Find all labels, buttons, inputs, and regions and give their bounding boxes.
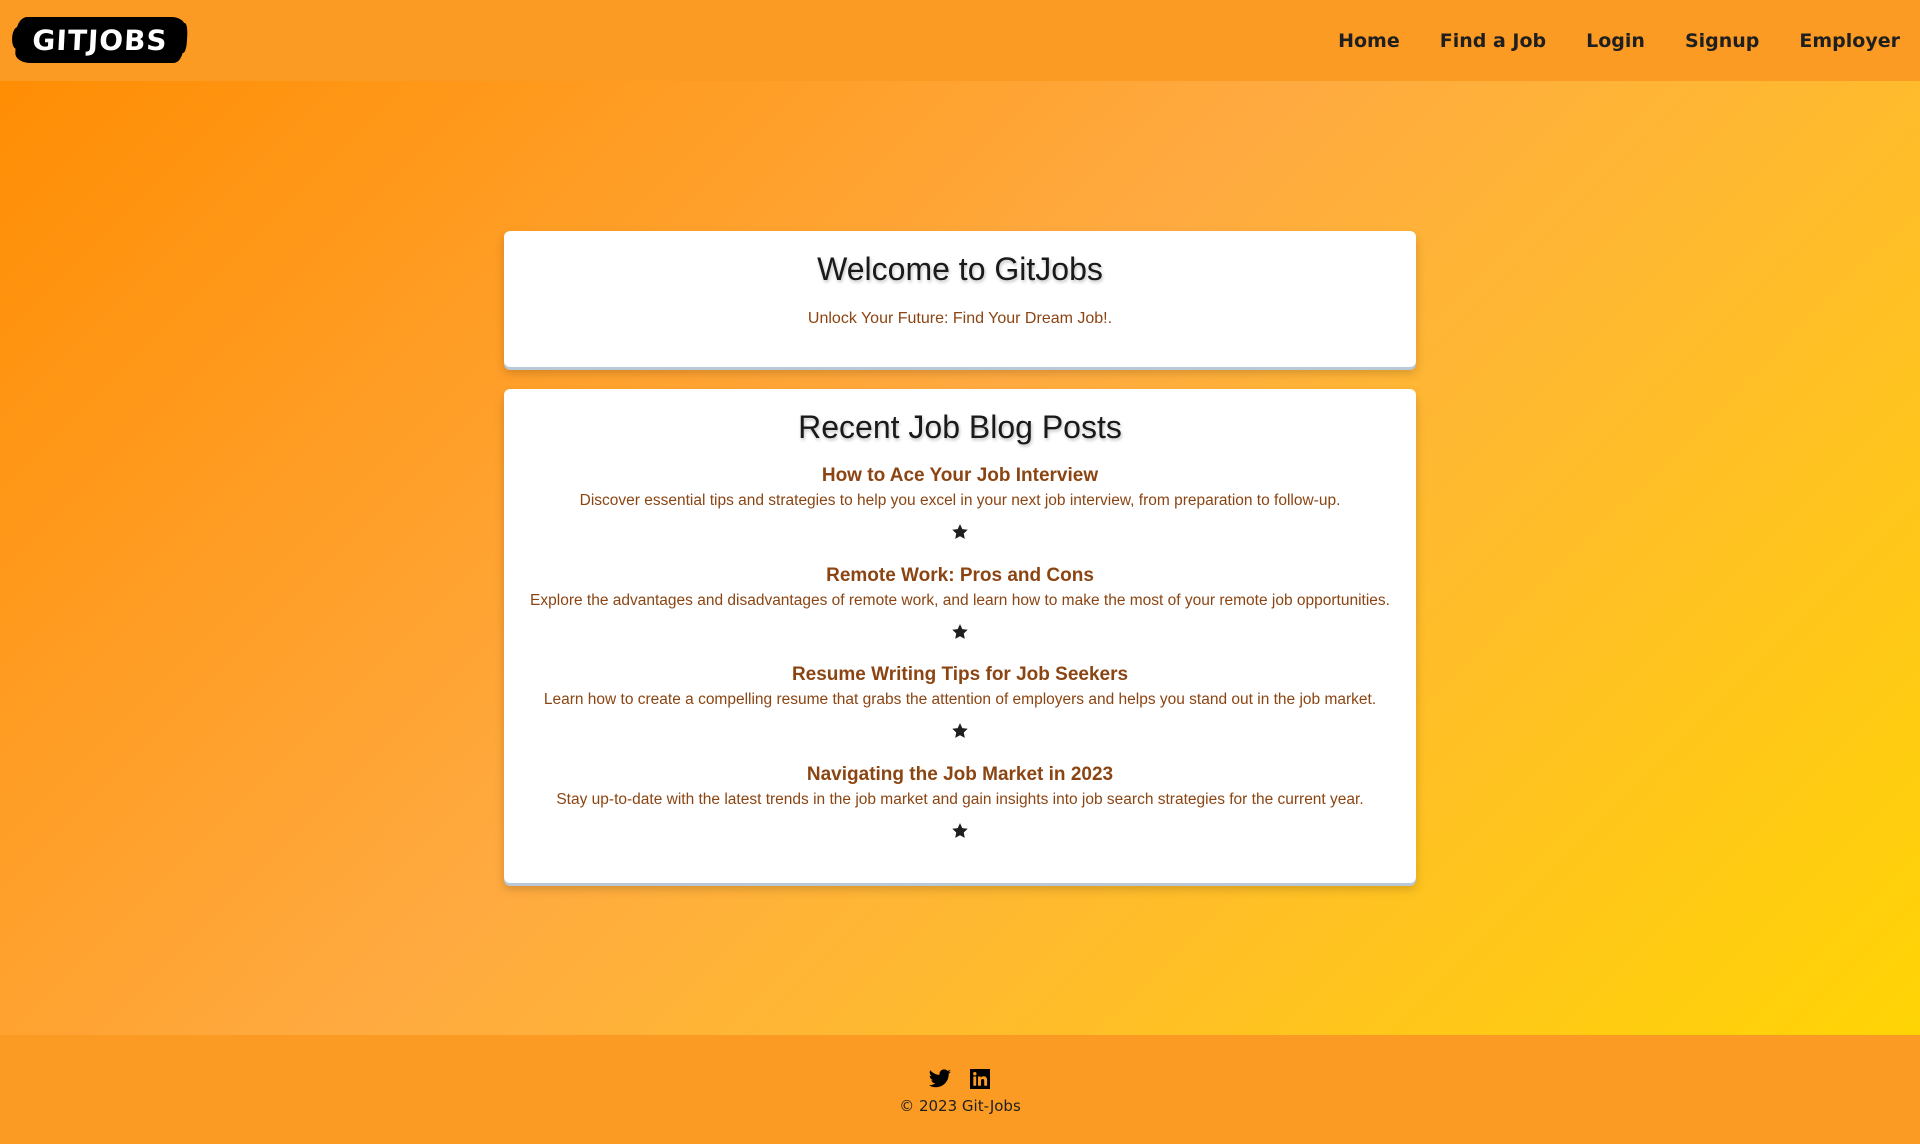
blog-posts-card: Recent Job Blog Posts How to Ace Your Jo… [504,389,1416,883]
welcome-card: Welcome to GitJobs Unlock Your Future: F… [504,231,1416,367]
blog-post-description: Discover essential tips and strategies t… [579,492,1341,509]
blog-post-description: Explore the advantages and disadvantages… [530,591,1390,609]
blog-section-title: Recent Job Blog Posts [798,409,1122,445]
blog-post: Remote Work: Pros and Cons Explore the a… [504,564,1416,664]
star-icon[interactable] [951,822,969,840]
twitter-icon[interactable] [928,1067,952,1091]
nav-employer-link[interactable]: Employer [1799,30,1900,52]
blog-post: Resume Writing Tips for Job Seekers Lear… [504,663,1416,763]
nav-find-a-job-link[interactable]: Find a Job [1440,30,1546,52]
nav-signup-link[interactable]: Signup [1685,30,1759,52]
blog-post-list: How to Ace Your Job Interview Discover e… [504,464,1416,862]
logo-text: GITJOBS [31,23,169,57]
blog-post-title[interactable]: Resume Writing Tips for Job Seekers [504,663,1416,687]
star-icon[interactable] [951,722,969,740]
blog-post: Navigating the Job Market in 2023 Stay u… [504,763,1416,863]
site-header: GITJOBS Home Find a Job Login Signup Emp… [0,0,1920,81]
star-icon[interactable] [951,523,969,541]
welcome-tagline: Unlock Your Future: Find Your Dream Job!… [807,310,1113,327]
site-footer: © 2023 Git-Jobs [0,1035,1920,1144]
nav-login-link[interactable]: Login [1586,30,1645,52]
social-links [0,1067,1920,1091]
blog-post-description: Stay up-to-date with the latest trends i… [556,790,1364,808]
welcome-title: Welcome to GitJobs [817,251,1103,287]
gitjobs-logo[interactable]: GITJOBS [14,17,186,63]
blog-post-title[interactable]: Remote Work: Pros and Cons [504,564,1416,588]
blog-post-title[interactable]: How to Ace Your Job Interview [504,464,1416,488]
star-icon[interactable] [951,623,969,641]
copyright-text: © 2023 Git-Jobs [899,1097,1021,1115]
linkedin-icon[interactable] [968,1067,992,1091]
main-nav: Home Find a Job Login Signup Employer [1298,0,1900,81]
blog-post-title[interactable]: Navigating the Job Market in 2023 [504,763,1416,787]
nav-home-link[interactable]: Home [1338,30,1400,52]
blog-post: How to Ace Your Job Interview Discover e… [504,464,1416,564]
blog-post-description: Learn how to create a compelling resume … [543,691,1377,708]
